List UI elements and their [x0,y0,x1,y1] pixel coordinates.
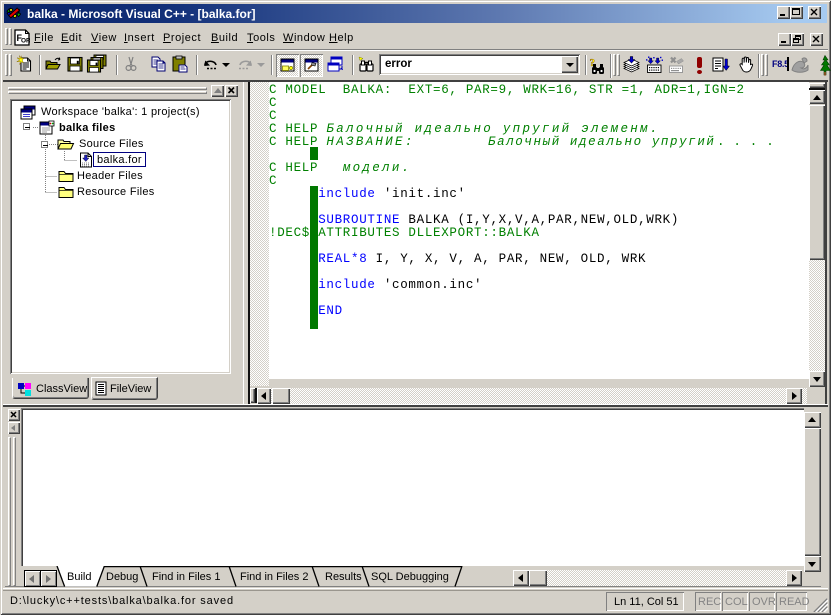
svg-text:OR: OR [21,38,30,45]
